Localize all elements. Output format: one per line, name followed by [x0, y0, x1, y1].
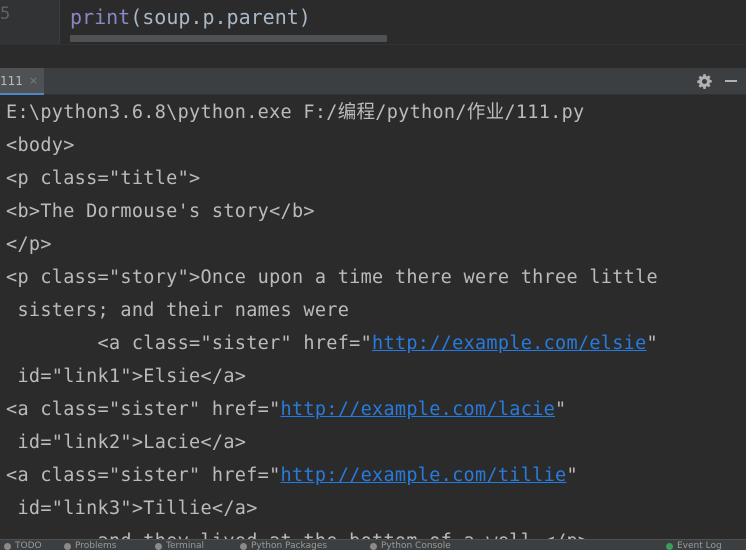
- todo-label: TODO: [15, 541, 42, 550]
- line-number-gutter: 5: [0, 0, 60, 44]
- console-line: <a class="sister" href="http://example.c…: [6, 459, 578, 492]
- console-text: <a class="sister" href=": [6, 399, 281, 420]
- run-tab[interactable]: 111 ×: [0, 68, 45, 95]
- run-tab-label: 111: [0, 73, 23, 88]
- code-editor[interactable]: 5 print(soup.p.parent): [0, 0, 746, 44]
- console-line: and they lived at the bottom of a well.<…: [6, 525, 590, 539]
- python-packages-tool-button[interactable]: Python Packages: [240, 541, 327, 550]
- console-line: <p class="title">: [6, 168, 201, 189]
- terminal-label: Terminal: [166, 541, 205, 550]
- event-log-tool-button[interactable]: Event Log: [666, 541, 722, 550]
- event-log-icon: [666, 542, 673, 550]
- console-line: sisters; and their names were: [6, 300, 350, 321]
- code-line[interactable]: print(soup.p.parent): [70, 3, 311, 31]
- console-text: <a class="sister" href=": [6, 465, 281, 486]
- packages-icon: [240, 542, 247, 550]
- settings-gear-icon[interactable]: [696, 73, 713, 90]
- console-line: <p class="story">Once upon a time there …: [6, 267, 658, 288]
- tool-window-bar: TODO Problems Terminal Python Packages P…: [0, 539, 746, 550]
- console-text: ": [555, 399, 567, 420]
- problems-label: Problems: [75, 541, 117, 550]
- console-text: ": [566, 465, 578, 486]
- console-line: </p>: [6, 234, 52, 255]
- run-console-output[interactable]: E:\python3.6.8\python.exe F:/编程/python/作…: [0, 96, 746, 539]
- terminal-icon: [155, 542, 162, 550]
- problems-tool-button[interactable]: Problems: [64, 541, 116, 550]
- close-icon[interactable]: ×: [29, 74, 38, 87]
- console-link[interactable]: http://example.com/elsie: [372, 333, 647, 354]
- python-console-icon: [370, 542, 377, 550]
- code-builtin-token: print: [70, 5, 131, 29]
- panel-divider[interactable]: [0, 44, 746, 68]
- line-number: 5: [0, 4, 11, 24]
- terminal-tool-button[interactable]: Terminal: [155, 541, 204, 550]
- python-console-tool-button[interactable]: Python Console: [370, 541, 451, 550]
- todo-icon: [4, 542, 11, 550]
- editor-horizontal-scrollbar[interactable]: [70, 35, 387, 42]
- console-line: id="link3">Tillie</a>: [6, 498, 258, 519]
- console-line: <a class="sister" href="http://example.c…: [6, 327, 658, 360]
- run-tool-window-header: 111 ×: [0, 68, 746, 95]
- console-line: <b>The Dormouse's story</b>: [6, 201, 315, 222]
- console-link[interactable]: http://example.com/tillie: [281, 465, 567, 486]
- console-link[interactable]: http://example.com/lacie: [281, 399, 556, 420]
- console-line: <body>: [6, 135, 75, 156]
- code-rest-token: (soup.p.parent): [130, 5, 311, 29]
- console-line: <a class="sister" href="http://example.c…: [6, 393, 566, 426]
- todo-tool-button[interactable]: TODO: [4, 541, 42, 550]
- console-text: ": [646, 333, 658, 354]
- event-log-label: Event Log: [677, 541, 722, 550]
- minimize-icon[interactable]: [725, 80, 737, 82]
- console-line: id="link1">Elsie</a>: [6, 366, 247, 387]
- problems-icon: [64, 542, 71, 550]
- console-text: <a class="sister" href=": [6, 333, 373, 354]
- console-line: E:\python3.6.8\python.exe F:/编程/python/作…: [6, 102, 585, 123]
- python-console-label: Python Console: [381, 541, 451, 550]
- python-packages-label: Python Packages: [251, 541, 328, 550]
- console-line: id="link2">Lacie</a>: [6, 432, 247, 453]
